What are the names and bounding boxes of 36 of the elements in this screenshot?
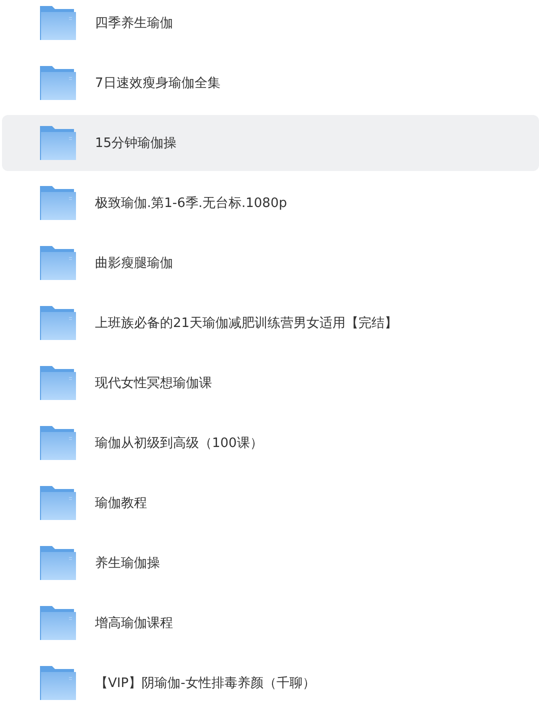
folder-name: 上班族必备的21天瑜伽减肥训练营男女适用【完结】 [95, 315, 398, 332]
folder-name: 四季养生瑜伽 [95, 15, 173, 32]
folder-icon [40, 186, 76, 220]
folder-row[interactable]: 瑜伽从初级到高级（100课） [2, 415, 539, 471]
folder-name: 瑜伽从初级到高级（100课） [95, 435, 263, 452]
folder-name: 【VIP】阴瑜伽-女性排毒养颜（千聊） [95, 675, 316, 692]
folder-name: 现代女性冥想瑜伽课 [95, 375, 212, 392]
folder-name: 7日速效瘦身瑜伽全集 [95, 75, 220, 92]
folder-row[interactable]: 瑜伽教程 [2, 475, 539, 531]
folder-name: 极致瑜伽.第1-6季.无台标.1080p [95, 195, 287, 212]
folder-row[interactable]: 现代女性冥想瑜伽课 [2, 355, 539, 411]
folder-icon [40, 306, 76, 340]
folder-row[interactable]: 极致瑜伽.第1-6季.无台标.1080p [2, 175, 539, 231]
folder-icon [40, 486, 76, 520]
folder-icon [40, 666, 76, 700]
folder-name: 曲影瘦腿瑜伽 [95, 255, 173, 272]
folder-name: 养生瑜伽操 [95, 555, 160, 572]
folder-row[interactable]: 7日速效瘦身瑜伽全集 [2, 55, 539, 111]
folder-row[interactable]: 上班族必备的21天瑜伽减肥训练营男女适用【完结】 [2, 295, 539, 351]
folder-name: 瑜伽教程 [95, 495, 147, 512]
folder-name: 增高瑜伽课程 [95, 615, 173, 632]
folder-row[interactable]: 增高瑜伽课程 [2, 595, 539, 651]
folder-icon [40, 126, 76, 160]
folder-row[interactable]: 四季养生瑜伽 [2, 0, 539, 51]
folder-icon [40, 6, 76, 40]
folder-row[interactable]: 15分钟瑜伽操 [2, 115, 539, 171]
folder-icon [40, 606, 76, 640]
folder-icon [40, 246, 76, 280]
folder-icon [40, 426, 76, 460]
folder-row[interactable]: 曲影瘦腿瑜伽 [2, 235, 539, 291]
folder-icon [40, 546, 76, 580]
folder-icon [40, 366, 76, 400]
folder-name: 15分钟瑜伽操 [95, 135, 177, 152]
folder-icon [40, 66, 76, 100]
folder-row[interactable]: 【VIP】阴瑜伽-女性排毒养颜（千聊） [2, 655, 539, 706]
folder-row[interactable]: 养生瑜伽操 [2, 535, 539, 591]
